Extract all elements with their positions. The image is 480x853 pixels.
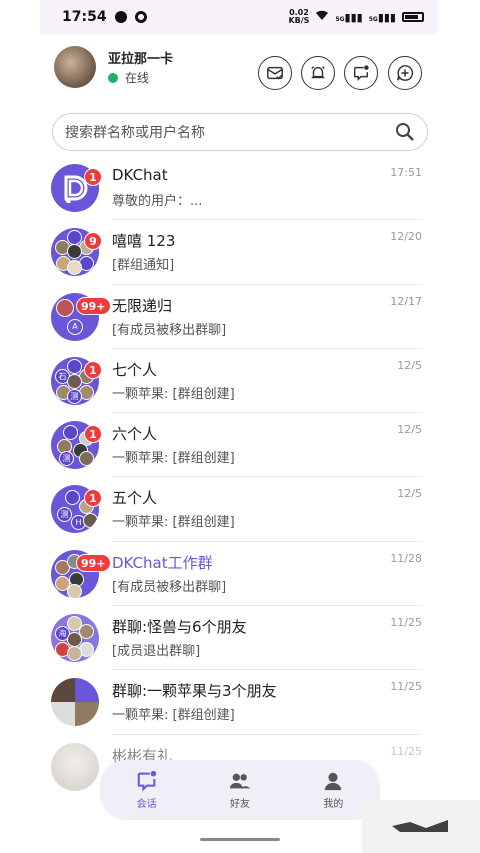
- corner-overlay: [362, 800, 480, 853]
- conversation-preview: [有成员被移出群聊]: [112, 322, 227, 338]
- conversation-preview: 尊敬的用户：...: [112, 194, 203, 209]
- conversation-preview: 一颗苹果: [群组创建]: [112, 708, 235, 724]
- conversation-list: 1 DKChat 尊敬的用户：... 17:51 9 嘻嘻 123 [群组通知]…: [40, 156, 438, 799]
- conversation-name: 七个人: [112, 360, 158, 379]
- unread-badge: 1: [84, 360, 102, 379]
- search-icon[interactable]: [395, 122, 415, 142]
- conversation-preview: [群组通知]: [112, 258, 175, 274]
- conversation-avatar: [51, 742, 99, 791]
- chat-plus-icon: [397, 65, 414, 81]
- wifi-icon: [315, 10, 329, 24]
- unread-badge: 1: [84, 425, 102, 444]
- conversation-name: 无限递归: [112, 296, 173, 315]
- user-avatar[interactable]: [54, 46, 96, 88]
- conversation-item[interactable]: 1 DKChat 尊敬的用户：... 17:51: [40, 156, 438, 221]
- online-status: 在线: [108, 69, 149, 86]
- conversation-avatar: 海: [51, 614, 99, 663]
- notification-dot-icon: [114, 11, 127, 23]
- unread-badge: 1: [84, 168, 102, 186]
- conversation-item[interactable]: 测 H 1 五个人 一颗苹果: [群组创建] 12/5: [40, 477, 438, 542]
- conversation-item[interactable]: 群聊:一颗苹果与3个朋友 一颗苹果: [群组创建] 11/25: [40, 670, 438, 735]
- friends-icon: [229, 773, 251, 789]
- conversation-time: 12/5: [397, 423, 422, 437]
- bottom-tab-bar: 会话 好友 我的: [100, 760, 380, 820]
- notification-ring-icon: [134, 11, 147, 23]
- mail-check-button[interactable]: [258, 56, 292, 90]
- search-bar[interactable]: 搜索群名称或用户名称: [52, 113, 428, 151]
- conversation-item[interactable]: 石 测 1 七个人 一颗苹果: [群组创建] 12/5: [40, 349, 438, 414]
- conversation-preview: [成员退出群聊]: [112, 644, 201, 660]
- phone-screen: 17:54 0.02 KB/S 5G▮▮▮ 5G▮▮▮ 亚拉那一卡 在线 搜索群…: [40, 0, 438, 853]
- status-time: 17:54: [62, 9, 107, 25]
- conversation-time: 11/28: [390, 551, 422, 565]
- conversation-item[interactable]: A 99+ 无限递归 [有成员被移出群聊] 12/17: [40, 285, 438, 349]
- username: 亚拉那一卡: [108, 52, 174, 67]
- signal-icon-2: 5G▮▮▮: [368, 10, 396, 24]
- conversation-time: 12/17: [390, 294, 422, 308]
- header: 亚拉那一卡 在线: [40, 34, 438, 104]
- tab-friends[interactable]: 好友: [229, 770, 251, 810]
- conversation-name: 六个人: [112, 425, 158, 444]
- alarm-bell-icon: [311, 66, 325, 79]
- conversation-time: 11/25: [390, 680, 422, 694]
- unread-badge: 9: [84, 232, 102, 251]
- conversation-time: 17:51: [390, 166, 422, 179]
- profile-icon: [325, 772, 342, 791]
- scribble-mark-icon: [392, 820, 448, 832]
- conversation-preview: 一颗苹果: [群组创建]: [112, 515, 235, 531]
- tab-profile[interactable]: 我的: [322, 770, 344, 810]
- unread-badge: 1: [84, 489, 102, 508]
- conversation-item[interactable]: 9 嘻嘻 123 [群组通知] 12/20: [40, 220, 438, 285]
- home-indicator: [200, 838, 280, 841]
- chat-icon: [137, 770, 156, 792]
- conversation-item[interactable]: 海 群聊:怪兽与6个朋友 [成员退出群聊] 11/25: [40, 606, 438, 671]
- battery-icon: [402, 12, 424, 22]
- conversation-name: 嘻嘻 123: [112, 232, 176, 251]
- notice-message-button[interactable]: [344, 56, 378, 90]
- alarm-button[interactable]: [301, 56, 335, 90]
- status-bar: 17:54 0.02 KB/S 5G▮▮▮ 5G▮▮▮: [40, 0, 438, 34]
- conversation-name: 五个人: [112, 489, 158, 508]
- conversation-avatar: [51, 678, 99, 727]
- conversation-time: 11/25: [390, 744, 422, 758]
- net-speed: 0.02 KB/S: [288, 8, 310, 25]
- conversation-preview: 一颗苹果: [群组创建]: [112, 451, 235, 467]
- conversation-name: DKChat工作群: [112, 553, 213, 572]
- conversation-time: 12/5: [397, 487, 422, 501]
- unread-badge: 99+: [76, 296, 111, 315]
- signal-icon-1: 5G▮▮▮: [335, 10, 363, 24]
- unread-badge: 99+: [76, 553, 111, 572]
- conversation-preview: [有成员被移出群聊]: [112, 579, 227, 595]
- conversation-time: 12/20: [390, 230, 422, 244]
- tab-chats[interactable]: 会话: [136, 770, 158, 810]
- conversation-name: 群聊:一颗苹果与3个朋友: [112, 682, 277, 701]
- mail-check-icon: [267, 66, 283, 80]
- conversation-time: 12/5: [397, 358, 422, 372]
- conversation-preview: 一颗苹果: [群组创建]: [112, 386, 235, 402]
- conversation-name: DKChat: [112, 166, 168, 184]
- add-chat-button[interactable]: [388, 56, 422, 90]
- conversation-item[interactable]: 99+ DKChat工作群 [有成员被移出群聊] 11/28: [40, 542, 438, 607]
- search-input[interactable]: 搜索群名称或用户名称: [65, 122, 395, 142]
- conversation-time: 11/25: [390, 616, 422, 630]
- conversation-name: 群聊:怪兽与6个朋友: [112, 618, 247, 637]
- online-dot-icon: [108, 72, 118, 83]
- conversation-item[interactable]: 测 1 六个人 一颗苹果: [群组创建] 12/5: [40, 413, 438, 478]
- chat-dot-icon: [353, 65, 369, 82]
